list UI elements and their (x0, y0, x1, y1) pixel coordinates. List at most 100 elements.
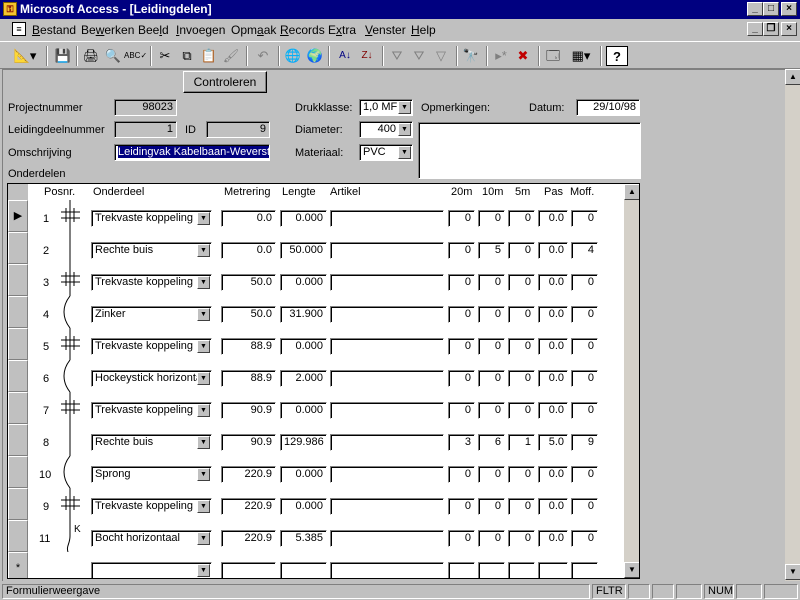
help-icon[interactable]: ? (606, 46, 628, 66)
count-5m-field[interactable]: 0 (508, 338, 535, 355)
filter-by-form-icon[interactable]: ⛛ (408, 46, 430, 66)
moff-field[interactable]: 0 (571, 530, 598, 547)
count-10m-field[interactable]: 6 (478, 434, 505, 451)
count-10m-field[interactable]: 0 (478, 530, 505, 547)
artikel-field[interactable] (330, 210, 444, 227)
moff-field[interactable] (571, 562, 598, 578)
pas-field[interactable]: 0.0 (538, 530, 568, 547)
record-selector[interactable] (8, 264, 28, 296)
count-20m-field[interactable]: 0 (448, 498, 475, 515)
artikel-field[interactable] (330, 306, 444, 323)
lengte-field[interactable]: 50.000 (280, 242, 327, 259)
pas-field[interactable]: 0.0 (538, 242, 568, 259)
artikel-field[interactable] (330, 402, 444, 419)
dropdown-arrow-icon[interactable]: ▼ (197, 276, 210, 289)
dropdown-arrow-icon[interactable]: ▼ (197, 372, 210, 385)
pas-field[interactable]: 0.0 (538, 370, 568, 387)
opmerkingen-field[interactable] (418, 122, 641, 179)
dropdown-arrow-icon[interactable]: ▼ (398, 123, 411, 136)
menu-invoegen[interactable]: Invoegen (176, 23, 225, 37)
sort-descending-icon[interactable]: Z↓ (356, 46, 378, 66)
count-20m-field[interactable]: 0 (448, 210, 475, 227)
moff-field[interactable]: 0 (571, 370, 598, 387)
undo-icon[interactable]: ↶ (252, 46, 274, 66)
pas-field[interactable]: 0.0 (538, 210, 568, 227)
count-20m-field[interactable]: 3 (448, 434, 475, 451)
metrering-field[interactable]: 0.0 (221, 210, 276, 227)
artikel-field[interactable] (330, 562, 444, 578)
count-10m-field[interactable]: 0 (478, 498, 505, 515)
artikel-field[interactable] (330, 338, 444, 355)
record-selector[interactable] (8, 296, 28, 328)
moff-field[interactable]: 0 (571, 338, 598, 355)
paste-icon[interactable]: 📋 (198, 46, 220, 66)
close-button[interactable]: × (781, 2, 797, 16)
artikel-field[interactable] (330, 498, 444, 515)
moff-field[interactable]: 0 (571, 306, 598, 323)
onderdeel-combo[interactable]: Zinker ▼ (91, 306, 212, 323)
metrering-field[interactable] (221, 562, 276, 578)
filter-by-selection-icon[interactable]: ⛛ (386, 46, 408, 66)
record-selector[interactable] (8, 232, 28, 264)
count-5m-field[interactable]: 0 (508, 306, 535, 323)
metrering-field[interactable]: 88.9 (221, 370, 276, 387)
metrering-field[interactable]: 50.0 (221, 274, 276, 291)
menu-bestand[interactable]: Bestand (32, 23, 76, 37)
artikel-field[interactable] (330, 466, 444, 483)
count-10m-field[interactable]: 0 (478, 466, 505, 483)
lengte-field[interactable] (280, 562, 327, 578)
lengte-field[interactable]: 2.000 (280, 370, 327, 387)
onderdeel-combo[interactable]: Trekvaste koppeling ▼ (91, 402, 212, 419)
menu-beeld[interactable]: Beeld (138, 23, 169, 37)
count-10m-field[interactable] (478, 562, 505, 578)
onderdeel-combo[interactable]: Trekvaste koppeling ▼ (91, 210, 212, 227)
onderdeel-combo[interactable]: Sprong ▼ (91, 466, 212, 483)
count-20m-field[interactable]: 0 (448, 338, 475, 355)
insert-hyperlink-icon[interactable]: 🌐 (282, 46, 304, 66)
pas-field[interactable]: 0.0 (538, 306, 568, 323)
dropdown-arrow-icon[interactable]: ▼ (197, 468, 210, 481)
count-20m-field[interactable] (448, 562, 475, 578)
new-object-icon[interactable]: ▦▾ (566, 46, 596, 66)
doc-close-button[interactable]: × (781, 22, 797, 36)
artikel-field[interactable] (330, 370, 444, 387)
count-10m-field[interactable]: 0 (478, 370, 505, 387)
onderdeel-combo[interactable]: ▼ (91, 562, 212, 578)
onderdeel-combo[interactable]: Bocht horizontaal ▼ (91, 530, 212, 547)
pas-field[interactable]: 5.0 (538, 434, 568, 451)
onderdeel-combo[interactable]: Trekvaste koppeling ▼ (91, 338, 212, 355)
dropdown-arrow-icon[interactable]: ▼ (197, 564, 210, 577)
metrering-field[interactable]: 220.9 (221, 466, 276, 483)
lengte-field[interactable]: 0.000 (280, 338, 327, 355)
metrering-field[interactable]: 0.0 (221, 242, 276, 259)
moff-field[interactable]: 0 (571, 210, 598, 227)
scroll-down-icon[interactable]: ▼ (624, 562, 639, 578)
dropdown-arrow-icon[interactable]: ▼ (197, 308, 210, 321)
count-10m-field[interactable]: 5 (478, 242, 505, 259)
record-selector[interactable] (8, 328, 28, 360)
moff-field[interactable]: 9 (571, 434, 598, 451)
record-selector[interactable]: ▶ (8, 200, 28, 232)
lengte-field[interactable]: 129.986 (280, 434, 327, 451)
save-icon[interactable]: 💾 (52, 46, 74, 66)
artikel-field[interactable] (330, 242, 444, 259)
pas-field[interactable]: 0.0 (538, 498, 568, 515)
scroll-up-icon[interactable]: ▲ (785, 69, 800, 85)
count-20m-field[interactable]: 0 (448, 466, 475, 483)
scroll-up-icon[interactable]: ▲ (624, 184, 639, 200)
onderdeel-combo[interactable]: Rechte buis ▼ (91, 434, 212, 451)
count-5m-field[interactable]: 0 (508, 370, 535, 387)
moff-field[interactable]: 4 (571, 242, 598, 259)
count-5m-field[interactable]: 0 (508, 466, 535, 483)
moff-field[interactable]: 0 (571, 498, 598, 515)
moff-field[interactable]: 0 (571, 274, 598, 291)
lengte-field[interactable]: 31.900 (280, 306, 327, 323)
print-preview-icon[interactable]: 🔍 (102, 46, 124, 66)
artikel-field[interactable] (330, 434, 444, 451)
dropdown-arrow-icon[interactable]: ▼ (197, 212, 210, 225)
find-icon[interactable]: 🔭 (460, 46, 482, 66)
metrering-field[interactable]: 220.9 (221, 530, 276, 547)
lengte-field[interactable]: 0.000 (280, 498, 327, 515)
materiaal-combo[interactable]: PVC ▼ (359, 144, 413, 161)
cut-icon[interactable]: ✂ (154, 46, 176, 66)
